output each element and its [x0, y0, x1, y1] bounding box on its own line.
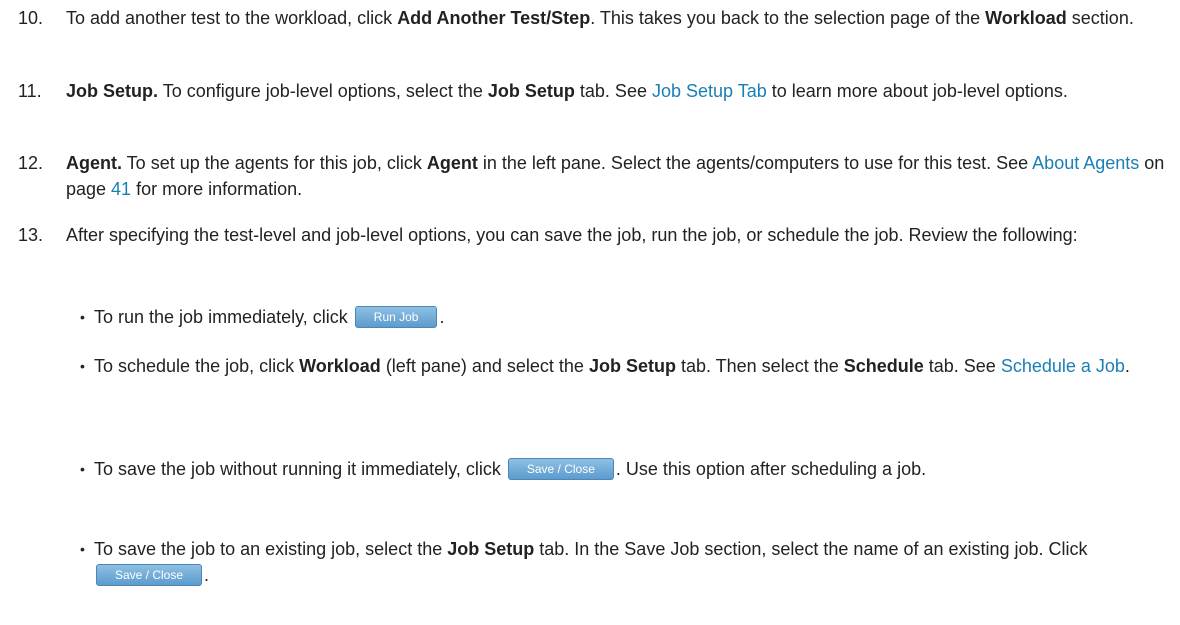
- step-12: 12. Agent. To set up the agents for this…: [18, 150, 1168, 202]
- step-13: 13. After specifying the test-level and …: [18, 222, 1168, 248]
- bullet-save-close: • To save the job without running it imm…: [80, 456, 1170, 482]
- save-close-button[interactable]: Save / Close: [507, 458, 614, 481]
- link-about-agents[interactable]: About Agents: [1032, 153, 1139, 173]
- bullet-text: To save the job without running it immed…: [94, 458, 927, 481]
- ui-term: Workload: [299, 356, 381, 376]
- step-number: 13.: [18, 225, 44, 245]
- run-job-button[interactable]: Run Job: [354, 306, 438, 329]
- bullet-icon: •: [80, 541, 85, 557]
- bullet-save-existing: • To save the job to an existing job, se…: [80, 536, 1170, 588]
- step-10: 10. To add another test to the workload,…: [18, 5, 1168, 31]
- ui-term: Workload: [985, 8, 1067, 28]
- bullet-schedule-job: • To schedule the job, click Workload (l…: [80, 353, 1170, 379]
- ui-term: Schedule: [843, 356, 924, 376]
- bullet-icon: •: [80, 461, 85, 477]
- step-heading: Agent.: [66, 153, 122, 173]
- step-text: Agent. To set up the agents for this job…: [66, 153, 1165, 199]
- ui-term: Job Setup: [447, 539, 535, 559]
- step-11: 11. Job Setup. To configure job-level op…: [18, 78, 1168, 104]
- step-text: To add another test to the workload, cli…: [66, 8, 1134, 28]
- bullet-text: To schedule the job, click Workload (lef…: [94, 356, 1130, 376]
- ui-term: Agent: [426, 153, 478, 173]
- step-number: 10.: [18, 8, 44, 28]
- link-schedule-a-job[interactable]: Schedule a Job: [1001, 356, 1125, 376]
- step-heading: Job Setup.: [66, 81, 159, 101]
- bullet-text: To run the job immediately, click Run Jo…: [94, 306, 445, 329]
- ui-term: Job Setup: [588, 356, 676, 376]
- bullet-run-job: • To run the job immediately, click Run …: [80, 304, 1170, 330]
- step-text: After specifying the test-level and job-…: [66, 225, 1078, 245]
- step-number: 11.: [18, 81, 42, 101]
- step-number: 12.: [18, 153, 44, 173]
- ui-term: Job Setup: [487, 81, 575, 101]
- bullet-icon: •: [80, 309, 85, 325]
- bullet-text: To save the job to an existing job, sele…: [94, 539, 1088, 587]
- step-text: Job Setup. To configure job-level option…: [66, 81, 1068, 101]
- bullet-icon: •: [80, 358, 85, 374]
- save-close-button[interactable]: Save / Close: [96, 564, 203, 587]
- link-job-setup-tab[interactable]: Job Setup Tab: [652, 81, 767, 101]
- ui-term: Add Another Test/Step: [397, 8, 591, 28]
- link-page-number[interactable]: 41: [111, 179, 131, 199]
